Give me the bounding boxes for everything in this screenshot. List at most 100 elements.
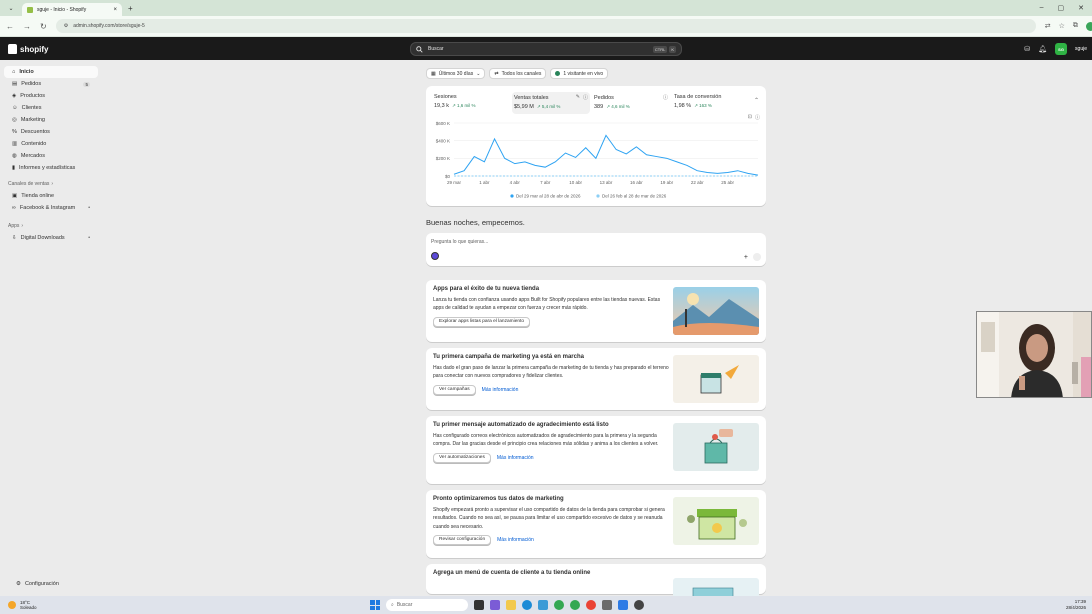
chrome-icon[interactable] [554, 600, 564, 610]
more-info-link[interactable]: Más información [482, 387, 519, 393]
metric-value: 389 [594, 104, 604, 110]
pin-icon[interactable]: • [88, 205, 90, 211]
task-primary-button[interactable]: Revisar configuración [433, 534, 492, 545]
settings-app-icon[interactable] [634, 600, 644, 610]
orders-icon: ▤ [12, 81, 18, 87]
site-info-icon[interactable]: ⚙ [64, 23, 68, 29]
metrics-card: Sesiones 19,3 k ↗ 1,6 mil % Ventas totales ✎… [426, 86, 766, 206]
task-primary-button[interactable]: Explorar apps listas para el lanzamiento [433, 316, 531, 327]
sidebar-item-informes-y-estadisticas[interactable]: ▮ Informes y estadísticas [4, 162, 98, 174]
notifications-bell-icon[interactable]: 🔔︎ [1038, 45, 1047, 53]
sidebar-item-productos[interactable]: ◈ Productos [4, 90, 98, 102]
metric-tile[interactable]: Pedidos ⓘ 389 ↗ 4,6 mil % [592, 92, 670, 114]
sidebar-item-inicio[interactable]: ⌂ Inicio [4, 66, 98, 78]
channels-label: Todos los canales [501, 70, 542, 77]
sidebar-item-descuentos[interactable]: % Descuentos [4, 126, 98, 138]
sidebar-item-settings[interactable]: ⚙ Configuración [8, 578, 67, 590]
close-tab-icon[interactable]: × [113, 7, 117, 13]
store-app-icon[interactable] [538, 600, 548, 610]
info-icon[interactable]: ⓘ [583, 94, 588, 101]
sidebar-item-digital-downloads[interactable]: ⇩ Digital Downloads • [4, 232, 98, 244]
metric-value-row: $5,99 M ↗ 5,4 mil % [514, 104, 588, 110]
weather-widget[interactable]: 18°C Soleado [8, 600, 37, 610]
send-icon[interactable] [753, 253, 761, 261]
sidebar-item-mercados[interactable]: ◍ Mercados [4, 150, 98, 162]
store-avatar[interactable]: SG [1055, 43, 1068, 55]
meta-icon: ∞ [12, 205, 16, 211]
customer-menu-illustration [673, 578, 759, 598]
close-window-icon[interactable]: ✕ [1078, 4, 1084, 12]
chevron-right-icon: › [51, 181, 54, 187]
live-visitors-button[interactable]: 1 visitante en vivo [550, 68, 609, 79]
calculator-icon[interactable] [618, 600, 628, 610]
translate-icon[interactable]: ⇄ [1045, 22, 1051, 31]
metric-tile[interactable]: Ventas totales ✎ ⓘ $5,99 M ↗ 5,4 mil % [512, 92, 590, 114]
tab-list-button[interactable]: ⌄ [4, 2, 18, 14]
download-icon: ⇩ [12, 235, 17, 241]
edge-icon[interactable] [522, 600, 532, 610]
metric-tile[interactable]: Tasa de conversión 1,98 % ↗ 163 % [672, 92, 750, 114]
browser-tab-strip: ⌄ sguje - Inicio - Shopify × + – ▢ ✕ [0, 0, 1092, 16]
sidebar-item-label: Tienda online [21, 193, 55, 199]
app-icon[interactable] [602, 600, 612, 610]
apps-heading[interactable]: Apps › [0, 220, 102, 232]
more-info-link[interactable]: Más información [497, 537, 534, 543]
sidebar-item-tienda-online[interactable]: ▣ Tienda online [4, 190, 98, 202]
metric-value-row: 1,98 % ↗ 163 % [674, 103, 748, 109]
chrome-profile-icon[interactable] [570, 600, 580, 610]
info-icon[interactable]: ⓘ [663, 94, 668, 101]
shopify-logo[interactable]: shopify [8, 44, 48, 54]
task-description: Lanza tu tienda con confianza usando app… [433, 297, 661, 312]
minimize-icon[interactable]: – [1040, 4, 1044, 12]
legend-swatch [510, 194, 514, 198]
reload-icon[interactable]: ↻ [40, 22, 47, 31]
sidekick-avatar-icon [431, 252, 439, 260]
profile-avatar[interactable] [1085, 21, 1092, 31]
global-search-input[interactable]: Buscar CTRL K [410, 42, 682, 56]
windows-taskbar: 18°C Soleado ⌕ Buscar 17:39 28/4/2026 [0, 596, 1092, 614]
copilot-icon[interactable] [490, 600, 500, 610]
sidebar-item-facebook-instagram[interactable]: ∞ Facebook & Instagram • [4, 202, 98, 214]
attach-plus-icon[interactable]: + [744, 254, 748, 261]
extensions-icon[interactable]: ⧉ [1073, 22, 1078, 31]
browser-tab[interactable]: sguje - Inicio - Shopify × [22, 3, 122, 16]
metric-value-row: 389 ↗ 4,6 mil % [594, 104, 668, 110]
sidebar-item-label: Marketing [20, 117, 45, 123]
sidekick-icon[interactable]: ⛁ [1024, 45, 1030, 53]
edit-pencil-icon[interactable]: ✎ [576, 94, 580, 101]
taskbar-search[interactable]: ⌕ Buscar [386, 599, 468, 611]
back-icon[interactable]: ← [6, 22, 14, 31]
channels-icon: ⇄ [494, 70, 499, 77]
task-primary-button[interactable]: Ver automatizaciones [433, 452, 491, 463]
more-info-link[interactable]: Más información [497, 455, 534, 461]
paper-plane-store-illustration [673, 355, 759, 403]
x-tick-label: 4 abr [510, 180, 521, 185]
windows-start-icon[interactable] [370, 600, 380, 610]
bookmark-star-icon[interactable]: ☆ [1059, 22, 1065, 31]
chrome-alt-icon[interactable] [586, 600, 596, 610]
date-range-filter[interactable]: ▦ Últimos 30 días ⌄ [426, 68, 486, 79]
system-clock[interactable]: 17:39 28/4/2026 [1066, 599, 1086, 611]
sidebar-item-marketing[interactable]: ◎ Marketing [4, 114, 98, 126]
forward-icon[interactable]: → [23, 22, 31, 31]
channels-filter[interactable]: ⇄ Todos los canales [489, 68, 547, 79]
browser-tab-title: sguje - Inicio - Shopify [37, 6, 87, 13]
file-explorer-icon[interactable] [506, 600, 516, 610]
maximize-icon[interactable]: ▢ [1058, 4, 1065, 12]
shopify-favicon-icon [27, 6, 33, 13]
sidekick-prompt-input[interactable]: Pregunta lo que quieras... + [426, 233, 766, 266]
task-primary-button[interactable]: Ver campañas [433, 384, 476, 395]
sidebar-item-pedidos[interactable]: ▤ Pedidos 5 [4, 78, 98, 90]
task-view-icon[interactable] [474, 600, 484, 610]
metric-tile[interactable]: Sesiones 19,3 k ↗ 1,6 mil % [432, 92, 510, 114]
sales-channels-heading[interactable]: Canales de ventas › [0, 178, 102, 190]
metric-change: ↗ 5,4 mil % [537, 104, 561, 110]
shopping-bag-heart-illustration [673, 423, 759, 471]
sidebar-item-contenido[interactable]: ▥ Contenido [4, 138, 98, 150]
new-tab-button[interactable]: + [128, 4, 133, 13]
store-name[interactable]: sguje [1075, 46, 1087, 52]
pin-icon[interactable]: • [88, 235, 90, 241]
collapse-chevron-icon[interactable]: ⌃ [754, 97, 759, 104]
sidebar-item-clientes[interactable]: ☺ Clientes [4, 102, 98, 114]
address-bar[interactable]: ⚙ admin.shopify.com/store/sguje-5 [55, 19, 1036, 33]
